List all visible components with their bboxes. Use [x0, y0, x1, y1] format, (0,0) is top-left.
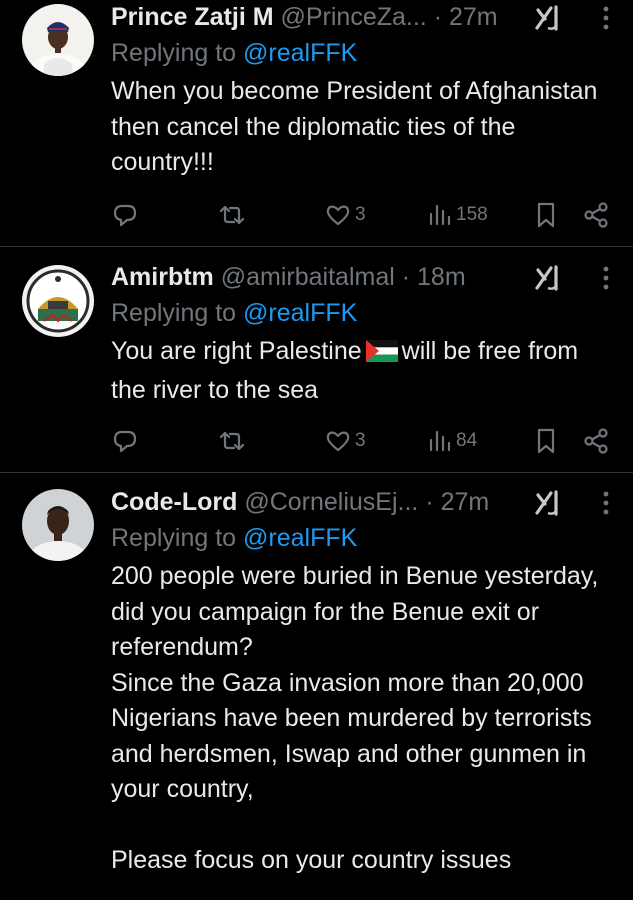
palestine-flag-icon: [365, 337, 398, 373]
retweet-button[interactable]: [217, 197, 247, 233]
tweet[interactable]: Prince Zatji M @PrinceZa... · 27m Replyi…: [0, 0, 633, 246]
mention-link[interactable]: @realFFK: [243, 524, 357, 552]
display-name[interactable]: Code-Lord: [111, 488, 237, 516]
avatar[interactable]: [22, 489, 94, 561]
view-count: 84: [456, 430, 478, 451]
replying-to: Replying to @realFFK: [111, 296, 633, 330]
tweet-header: Prince Zatji M @PrinceZa... · 27m: [111, 0, 633, 34]
reply-icon: [113, 430, 137, 453]
reply-icon: [113, 204, 137, 227]
more-icon[interactable]: [602, 265, 610, 291]
tweet-header: Amirbtm @amirbaitalmal · 18m: [111, 260, 633, 294]
tweet-text: 200 people were buried in Benue yesterda…: [111, 562, 599, 874]
like-count: 3: [355, 204, 366, 225]
reply-button[interactable]: [111, 197, 139, 233]
reply-button[interactable]: [111, 423, 139, 459]
bookmark-button[interactable]: [535, 423, 557, 459]
grok-icon[interactable]: [534, 264, 562, 292]
tweet-header: Code-Lord @CorneliusEj... · 27m: [111, 485, 633, 519]
retweet-icon: [219, 205, 245, 225]
views-icon: [429, 204, 451, 226]
share-icon: [584, 428, 608, 454]
more-icon[interactable]: [602, 490, 610, 516]
display-name[interactable]: Amirbtm: [111, 263, 214, 291]
avatar[interactable]: [22, 265, 94, 337]
action-bar: 3 84: [0, 423, 633, 459]
replying-label: Replying to: [111, 299, 237, 327]
grok-icon[interactable]: [534, 4, 562, 32]
retweet-icon: [219, 431, 245, 451]
share-icon: [584, 202, 608, 228]
grok-icon[interactable]: [534, 489, 562, 517]
display-name[interactable]: Prince Zatji M: [111, 3, 274, 31]
share-button[interactable]: [582, 423, 610, 459]
more-icon[interactable]: [602, 5, 610, 31]
heart-icon: [326, 431, 350, 452]
replying-label: Replying to: [111, 39, 237, 67]
user-handle[interactable]: @CorneliusEj...: [244, 488, 418, 516]
user-handle[interactable]: @amirbaitalmal: [221, 263, 395, 291]
views-button[interactable]: 158: [428, 197, 488, 233]
tweet-text-before-flag: You are right Palestine: [111, 337, 362, 365]
replying-to: Replying to @realFFK: [111, 521, 633, 555]
view-count: 158: [456, 204, 488, 225]
mention-link[interactable]: @realFFK: [243, 299, 357, 327]
user-handle[interactable]: @PrinceZa...: [281, 3, 427, 31]
share-button[interactable]: [582, 197, 610, 233]
like-count: 3: [355, 430, 366, 451]
tweet-text: When you become President of Afghanistan…: [111, 77, 605, 176]
views-button[interactable]: 84: [428, 423, 477, 459]
heart-icon: [326, 205, 350, 226]
replying-label: Replying to: [111, 524, 237, 552]
tweet[interactable]: Code-Lord @CorneliusEj... · 27m Replying…: [0, 473, 633, 900]
tweet[interactable]: Amirbtm @amirbaitalmal · 18m Replying to…: [0, 247, 633, 472]
bookmark-icon: [537, 202, 555, 228]
bookmark-button[interactable]: [535, 197, 557, 233]
mention-link[interactable]: @realFFK: [243, 39, 357, 67]
replying-to: Replying to @realFFK: [111, 36, 633, 70]
retweet-button[interactable]: [217, 423, 247, 459]
timestamp[interactable]: · 27m: [434, 3, 498, 31]
timestamp[interactable]: · 27m: [425, 488, 489, 516]
avatar[interactable]: [22, 4, 94, 76]
tweet-text: You are right Palestine will be free from…: [111, 334, 601, 408]
timestamp[interactable]: · 18m: [402, 263, 466, 291]
bookmark-icon: [537, 428, 555, 454]
views-icon: [429, 430, 451, 452]
action-bar: 3 158: [0, 197, 633, 233]
like-button[interactable]: 3: [325, 423, 366, 459]
like-button[interactable]: 3: [325, 197, 366, 233]
